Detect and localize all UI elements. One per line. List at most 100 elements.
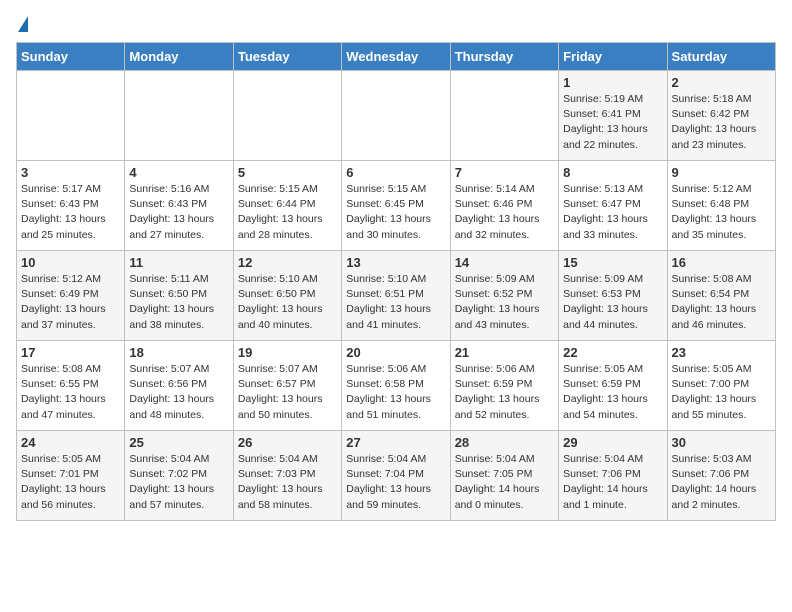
- day-cell: 22 Sunrise: 5:05 AMSunset: 6:59 PMDayligh…: [559, 341, 667, 431]
- day-header-saturday: Saturday: [667, 43, 775, 71]
- day-number: 12: [238, 255, 337, 270]
- day-info: Sunrise: 5:03 AMSunset: 7:06 PMDaylight:…: [672, 452, 771, 513]
- day-cell: 19Sunrise: 5:07 AMSunset: 6:57 PMDayligh…: [233, 341, 341, 431]
- day-info: Sunrise: 5:13 AMSunset: 6:47 PMDaylight:…: [563, 182, 662, 243]
- page-header: [16, 16, 776, 34]
- day-number: 7: [455, 165, 554, 180]
- day-header-monday: Monday: [125, 43, 233, 71]
- day-cell: [17, 71, 125, 161]
- week-row-3: 10 Sunrise: 5:12 AMSunset: 6:49 PMDayligh…: [17, 251, 776, 341]
- day-number: 14: [455, 255, 554, 270]
- day-number: 3: [21, 165, 120, 180]
- week-row-4: 17Sunrise: 5:08 AMSunset: 6:55 PMDayligh…: [17, 341, 776, 431]
- day-number: 20: [346, 345, 445, 360]
- day-cell: 27Sunrise: 5:04 AMSunset: 7:04 PMDayligh…: [342, 431, 450, 521]
- day-info: Sunrise: 5:11 AMSunset: 6:50 PMDaylight:…: [129, 272, 228, 333]
- day-cell: 7 Sunrise: 5:14 AMSunset: 6:46 PMDaylight…: [450, 161, 558, 251]
- day-info: Sunrise: 5:04 AMSunset: 7:04 PMDaylight:…: [346, 452, 445, 513]
- calendar-table: SundayMondayTuesdayWednesdayThursdayFrid…: [16, 42, 776, 521]
- day-cell: 18Sunrise: 5:07 AMSunset: 6:56 PMDayligh…: [125, 341, 233, 431]
- day-number: 26: [238, 435, 337, 450]
- day-number: 11: [129, 255, 228, 270]
- day-number: 15: [563, 255, 662, 270]
- day-cell: 2 Sunrise: 5:18 AMSunset: 6:42 PMDaylight…: [667, 71, 775, 161]
- day-number: 10: [21, 255, 120, 270]
- day-cell: 24 Sunrise: 5:05 AMSunset: 7:01 PMDayligh…: [17, 431, 125, 521]
- logo-triangle-icon: [18, 16, 28, 32]
- header-row: SundayMondayTuesdayWednesdayThursdayFrid…: [17, 43, 776, 71]
- day-cell: 13 Sunrise: 5:10 AMSunset: 6:51 PMDayligh…: [342, 251, 450, 341]
- day-number: 24: [21, 435, 120, 450]
- day-cell: [450, 71, 558, 161]
- week-row-5: 24 Sunrise: 5:05 AMSunset: 7:01 PMDayligh…: [17, 431, 776, 521]
- day-info: Sunrise: 5:14 AMSunset: 6:46 PMDaylight:…: [455, 182, 554, 243]
- day-cell: 16Sunrise: 5:08 AMSunset: 6:54 PMDayligh…: [667, 251, 775, 341]
- day-number: 5: [238, 165, 337, 180]
- day-cell: 25 Sunrise: 5:04 AMSunset: 7:02 PMDayligh…: [125, 431, 233, 521]
- day-info: Sunrise: 5:15 AMSunset: 6:44 PMDaylight:…: [238, 182, 337, 243]
- day-cell: 4 Sunrise: 5:16 AMSunset: 6:43 PMDaylight…: [125, 161, 233, 251]
- day-info: Sunrise: 5:18 AMSunset: 6:42 PMDaylight:…: [672, 92, 771, 153]
- day-info: Sunrise: 5:05 AMSunset: 7:00 PMDaylight:…: [672, 362, 771, 423]
- day-cell: [233, 71, 341, 161]
- day-cell: 30 Sunrise: 5:03 AMSunset: 7:06 PMDayligh…: [667, 431, 775, 521]
- day-info: Sunrise: 5:04 AMSunset: 7:02 PMDaylight:…: [129, 452, 228, 513]
- day-cell: 15 Sunrise: 5:09 AMSunset: 6:53 PMDayligh…: [559, 251, 667, 341]
- day-header-wednesday: Wednesday: [342, 43, 450, 71]
- day-info: Sunrise: 5:09 AMSunset: 6:53 PMDaylight:…: [563, 272, 662, 333]
- day-number: 22: [563, 345, 662, 360]
- day-info: Sunrise: 5:05 AMSunset: 7:01 PMDaylight:…: [21, 452, 120, 513]
- day-cell: 8 Sunrise: 5:13 AMSunset: 6:47 PMDaylight…: [559, 161, 667, 251]
- day-header-tuesday: Tuesday: [233, 43, 341, 71]
- day-cell: 14 Sunrise: 5:09 AMSunset: 6:52 PMDayligh…: [450, 251, 558, 341]
- day-cell: 1Sunrise: 5:19 AMSunset: 6:41 PMDaylight…: [559, 71, 667, 161]
- day-cell: 23Sunrise: 5:05 AMSunset: 7:00 PMDayligh…: [667, 341, 775, 431]
- day-cell: 10 Sunrise: 5:12 AMSunset: 6:49 PMDayligh…: [17, 251, 125, 341]
- day-number: 18: [129, 345, 228, 360]
- day-header-sunday: Sunday: [17, 43, 125, 71]
- week-row-2: 3Sunrise: 5:17 AMSunset: 6:43 PMDaylight…: [17, 161, 776, 251]
- day-info: Sunrise: 5:15 AMSunset: 6:45 PMDaylight:…: [346, 182, 445, 243]
- day-info: Sunrise: 5:10 AMSunset: 6:51 PMDaylight:…: [346, 272, 445, 333]
- day-number: 6: [346, 165, 445, 180]
- day-number: 2: [672, 75, 771, 90]
- logo: [16, 16, 28, 34]
- day-cell: 26 Sunrise: 5:04 AMSunset: 7:03 PMDayligh…: [233, 431, 341, 521]
- day-info: Sunrise: 5:05 AMSunset: 6:59 PMDaylight:…: [563, 362, 662, 423]
- day-info: Sunrise: 5:08 AMSunset: 6:54 PMDaylight:…: [672, 272, 771, 333]
- day-number: 4: [129, 165, 228, 180]
- day-number: 13: [346, 255, 445, 270]
- day-cell: 21Sunrise: 5:06 AMSunset: 6:59 PMDayligh…: [450, 341, 558, 431]
- day-header-thursday: Thursday: [450, 43, 558, 71]
- day-info: Sunrise: 5:04 AMSunset: 7:05 PMDaylight:…: [455, 452, 554, 513]
- day-info: Sunrise: 5:12 AMSunset: 6:49 PMDaylight:…: [21, 272, 120, 333]
- day-number: 25: [129, 435, 228, 450]
- day-number: 30: [672, 435, 771, 450]
- day-number: 8: [563, 165, 662, 180]
- day-number: 17: [21, 345, 120, 360]
- day-cell: 29 Sunrise: 5:04 AMSunset: 7:06 PMDayligh…: [559, 431, 667, 521]
- day-cell: 11 Sunrise: 5:11 AMSunset: 6:50 PMDayligh…: [125, 251, 233, 341]
- day-info: Sunrise: 5:09 AMSunset: 6:52 PMDaylight:…: [455, 272, 554, 333]
- calendar-body: 1Sunrise: 5:19 AMSunset: 6:41 PMDaylight…: [17, 71, 776, 521]
- day-number: 19: [238, 345, 337, 360]
- day-cell: 3Sunrise: 5:17 AMSunset: 6:43 PMDaylight…: [17, 161, 125, 251]
- day-header-friday: Friday: [559, 43, 667, 71]
- day-cell: 20 Sunrise: 5:06 AMSunset: 6:58 PMDayligh…: [342, 341, 450, 431]
- day-cell: 28 Sunrise: 5:04 AMSunset: 7:05 PMDayligh…: [450, 431, 558, 521]
- day-info: Sunrise: 5:04 AMSunset: 7:06 PMDaylight:…: [563, 452, 662, 513]
- day-info: Sunrise: 5:06 AMSunset: 6:58 PMDaylight:…: [346, 362, 445, 423]
- day-number: 29: [563, 435, 662, 450]
- day-cell: [125, 71, 233, 161]
- day-cell: 6 Sunrise: 5:15 AMSunset: 6:45 PMDaylight…: [342, 161, 450, 251]
- day-info: Sunrise: 5:10 AMSunset: 6:50 PMDaylight:…: [238, 272, 337, 333]
- day-cell: 5 Sunrise: 5:15 AMSunset: 6:44 PMDaylight…: [233, 161, 341, 251]
- day-info: Sunrise: 5:04 AMSunset: 7:03 PMDaylight:…: [238, 452, 337, 513]
- day-number: 21: [455, 345, 554, 360]
- calendar-header: SundayMondayTuesdayWednesdayThursdayFrid…: [17, 43, 776, 71]
- day-info: Sunrise: 5:16 AMSunset: 6:43 PMDaylight:…: [129, 182, 228, 243]
- day-info: Sunrise: 5:12 AMSunset: 6:48 PMDaylight:…: [672, 182, 771, 243]
- day-number: 28: [455, 435, 554, 450]
- day-cell: 17Sunrise: 5:08 AMSunset: 6:55 PMDayligh…: [17, 341, 125, 431]
- day-cell: 12 Sunrise: 5:10 AMSunset: 6:50 PMDayligh…: [233, 251, 341, 341]
